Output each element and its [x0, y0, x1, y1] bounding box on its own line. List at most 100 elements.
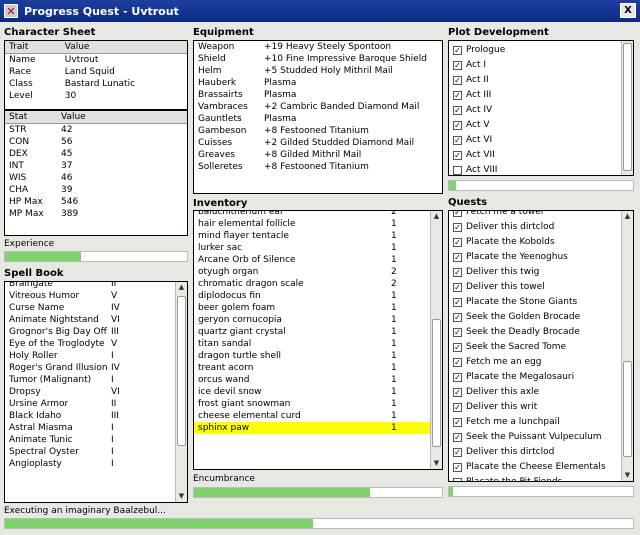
list-item[interactable]: Tumor (Malignant) I — [5, 374, 187, 386]
list-item[interactable]: quartz giant crystal 1 — [194, 326, 431, 338]
checkbox-checked-icon[interactable]: ✓ — [453, 223, 462, 232]
checkbox-checked-icon[interactable]: ✓ — [453, 448, 462, 457]
quest-item[interactable]: ✓ Fetch me a towel — [449, 211, 633, 220]
quest-item[interactable]: ✓ Seek the Deadly Brocade — [449, 325, 633, 340]
checkbox-checked-icon[interactable]: ✓ — [453, 463, 462, 472]
plot-act-item[interactable]: ✓ Act VI — [449, 133, 633, 148]
plot-act-item[interactable]: ✓ Act IV — [449, 103, 633, 118]
list-item[interactable]: Dropsy VI — [5, 386, 187, 398]
checkbox-checked-icon[interactable]: ✓ — [453, 328, 462, 337]
checkbox-checked-icon[interactable]: ✓ — [453, 343, 462, 352]
checkbox-checked-icon[interactable]: ✓ — [453, 283, 462, 292]
checkbox-checked-icon[interactable]: ✓ — [453, 121, 462, 130]
scroll-down-icon[interactable]: ▼ — [176, 491, 187, 502]
list-item[interactable]: Arcane Orb of Silence 1 — [194, 254, 431, 266]
quest-item[interactable]: ✓ Deliver this axle — [449, 385, 633, 400]
scroll-thumb[interactable] — [623, 361, 632, 457]
quest-list[interactable]: ✓ Fetch me a towel ✓ Deliver this dirtclod ✓… — [448, 210, 634, 482]
list-item[interactable]: Black Idaho III — [5, 410, 187, 422]
plot-act-item[interactable]: Act VIII — [449, 163, 633, 175]
scroll-up-icon[interactable]: ▲ — [622, 211, 633, 222]
list-item[interactable]: Animate Nightstand VI — [5, 314, 187, 326]
checkbox-checked-icon[interactable]: ✓ — [453, 298, 462, 307]
list-item[interactable]: chromatic dragon scale 2 — [194, 278, 431, 290]
list-item[interactable]: hair elemental follicle 1 — [194, 218, 431, 230]
quest-item[interactable]: ✓ Placate the Cheese Elementals — [449, 460, 633, 475]
list-item[interactable]: treant acorn 1 — [194, 362, 431, 374]
quest-item[interactable]: ✓ Deliver this dirtclod — [449, 220, 633, 235]
checkbox-empty-icon[interactable] — [453, 478, 462, 481]
checkbox-checked-icon[interactable]: ✓ — [453, 418, 462, 427]
checkbox-checked-icon[interactable]: ✓ — [453, 358, 462, 367]
scroll-up-icon[interactable]: ▲ — [176, 282, 187, 293]
list-item[interactable]: ice devil snow 1 — [194, 386, 431, 398]
spell-list[interactable]: Braingate II Vitreous Humor V Curse Name IV An… — [4, 281, 188, 503]
list-item[interactable]: otyugh organ 2 — [194, 266, 431, 278]
scroll-thumb[interactable] — [623, 43, 632, 171]
list-item[interactable]: Vitreous Humor V — [5, 290, 187, 302]
quest-item[interactable]: ✓ Seek the Sacred Tome — [449, 340, 633, 355]
list-item[interactable]: Roger's Grand Illusion IV — [5, 362, 187, 374]
list-item[interactable]: Ursine Armor II — [5, 398, 187, 410]
list-item[interactable]: frost giant snowman 1 — [194, 398, 431, 410]
checkbox-checked-icon[interactable]: ✓ — [453, 403, 462, 412]
scroll-down-icon[interactable]: ▼ — [622, 470, 633, 481]
list-item[interactable]: titan sandal 1 — [194, 338, 431, 350]
plot-scrollbar[interactable] — [621, 41, 633, 175]
plot-act-item[interactable]: ✓ Act VII — [449, 148, 633, 163]
checkbox-checked-icon[interactable]: ✓ — [453, 388, 462, 397]
quest-scrollbar[interactable]: ▲ ▼ — [621, 211, 633, 481]
list-item[interactable]: lurker sac 1 — [194, 242, 431, 254]
close-button[interactable]: X — [620, 3, 636, 18]
col-trait[interactable]: Trait — [5, 41, 61, 54]
checkbox-checked-icon[interactable]: ✓ — [453, 268, 462, 277]
list-item[interactable]: Spectral Oyster I — [5, 446, 187, 458]
quest-item[interactable]: ✓ Fetch me a lunchpail — [449, 415, 633, 430]
quest-item[interactable]: ✓ Deliver this towel — [449, 280, 633, 295]
quest-item[interactable]: ✓ Seek the Puissant Vulpeculum — [449, 430, 633, 445]
list-item[interactable]: Angioplasty I — [5, 458, 187, 470]
quest-item[interactable]: ✓ Deliver this twig — [449, 265, 633, 280]
checkbox-empty-icon[interactable] — [453, 166, 462, 175]
list-item[interactable]: geryon cornucopia 1 — [194, 314, 431, 326]
quest-item[interactable]: ✓ Placate the Megalosauri — [449, 370, 633, 385]
checkbox-checked-icon[interactable]: ✓ — [453, 211, 462, 217]
inventory-scrollbar[interactable]: ▲ ▼ — [430, 211, 442, 469]
plot-act-item[interactable]: ✓ Prologue — [449, 43, 633, 58]
list-item[interactable]: dragon turtle shell 1 — [194, 350, 431, 362]
checkbox-checked-icon[interactable]: ✓ — [453, 238, 462, 247]
inventory-list[interactable]: baluchitherium ear 2 hair elemental follic… — [193, 210, 443, 470]
quest-item[interactable]: ✓ Placate the Stone Giants — [449, 295, 633, 310]
scroll-thumb[interactable] — [177, 296, 186, 446]
quest-item[interactable]: ✓ Deliver this writ — [449, 400, 633, 415]
col-stat[interactable]: Stat — [5, 111, 57, 124]
list-item[interactable]: Animate Tunic I — [5, 434, 187, 446]
checkbox-checked-icon[interactable]: ✓ — [453, 61, 462, 70]
plot-act-item[interactable]: ✓ Act I — [449, 58, 633, 73]
plot-list[interactable]: ✓ Prologue ✓ Act I ✓ Act II ✓ Act III ✓ Act IV ✓ Ac… — [448, 40, 634, 176]
checkbox-checked-icon[interactable]: ✓ — [453, 313, 462, 322]
list-item[interactable]: Eye of the Troglodyte V — [5, 338, 187, 350]
scroll-down-icon[interactable]: ▼ — [431, 458, 442, 469]
checkbox-checked-icon[interactable]: ✓ — [453, 433, 462, 442]
list-item[interactable]: sphinx paw 1 — [194, 422, 431, 434]
col-value[interactable]: Value — [61, 41, 187, 54]
quest-item[interactable]: ✓ Deliver this dirtclod — [449, 445, 633, 460]
quest-item[interactable]: ✓ Placate the Kobolds — [449, 235, 633, 250]
list-item[interactable]: Astral Miasma I — [5, 422, 187, 434]
spell-scrollbar[interactable]: ▲ ▼ — [175, 282, 187, 502]
quest-item[interactable]: Placate the Pit Fiends — [449, 475, 633, 481]
list-item[interactable]: mind flayer tentacle 1 — [194, 230, 431, 242]
checkbox-checked-icon[interactable]: ✓ — [453, 46, 462, 55]
scroll-thumb[interactable] — [432, 319, 441, 447]
scroll-up-icon[interactable]: ▲ — [431, 211, 442, 222]
quest-item[interactable]: ✓ Seek the Golden Brocade — [449, 310, 633, 325]
checkbox-checked-icon[interactable]: ✓ — [453, 91, 462, 100]
checkbox-checked-icon[interactable]: ✓ — [453, 136, 462, 145]
checkbox-checked-icon[interactable]: ✓ — [453, 253, 462, 262]
checkbox-checked-icon[interactable]: ✓ — [453, 106, 462, 115]
col-value[interactable]: Value — [57, 111, 187, 124]
quest-item[interactable]: ✓ Fetch me an egg — [449, 355, 633, 370]
list-item[interactable]: baluchitherium ear 2 — [194, 211, 431, 218]
list-item[interactable]: Grognor's Big Day Off III — [5, 326, 187, 338]
